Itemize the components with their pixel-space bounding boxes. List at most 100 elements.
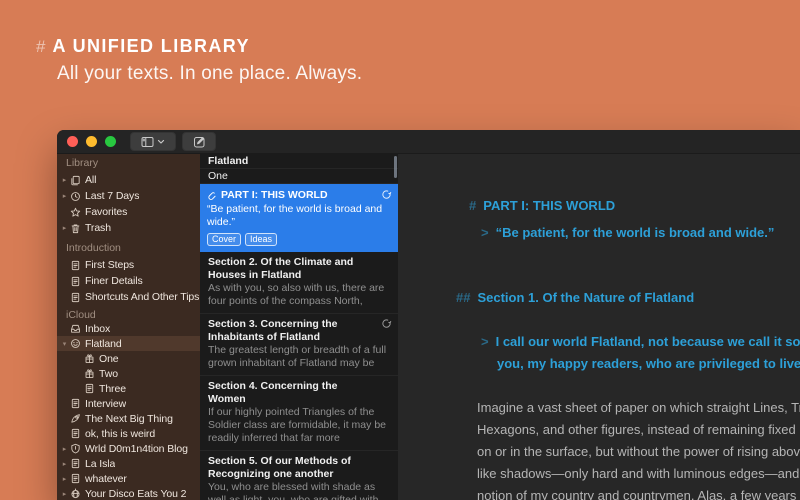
hero-hash-marker: # xyxy=(36,37,46,56)
sidebar-item-label: La Isla xyxy=(85,457,116,470)
disclosure-triangle-icon[interactable]: ▸ xyxy=(60,224,69,232)
sidebar-section-header: iCloud xyxy=(66,309,96,321)
sheet-breadcrumb[interactable]: One xyxy=(200,169,398,184)
rocket-icon xyxy=(71,414,80,423)
sheet-icon xyxy=(71,428,80,439)
sheet-row[interactable]: Section 3. Concerning the Inhabitants of… xyxy=(200,314,398,376)
sheet-icon xyxy=(71,292,80,302)
disclosure-triangle-icon[interactable]: ▸ xyxy=(60,490,69,498)
markdown-h1-marker: # xyxy=(469,198,477,213)
sidebar-section-header: Library xyxy=(66,157,99,169)
sidebar-item-last-7-days[interactable]: ▸ Last 7 Days xyxy=(57,188,200,204)
disclosure-triangle-open-icon[interactable]: ▾ xyxy=(60,340,69,348)
markdown-quote-marker: > xyxy=(481,225,489,240)
sidebar-item-label: Finer Details xyxy=(85,275,143,287)
shield-icon xyxy=(71,443,80,454)
sidebar-item-label: whatever xyxy=(85,472,127,485)
sidebar-item-three[interactable]: ▸ Three xyxy=(57,381,200,396)
tag-badge[interactable]: Ideas xyxy=(245,233,278,246)
sheet-icon xyxy=(71,398,80,409)
selected-sheet-card[interactable]: PART I: THIS WORLD “Be patient, for the … xyxy=(200,184,398,252)
sidebar-item-label: Last 7 Days xyxy=(85,190,140,202)
sidebar-item-interview[interactable]: ▸ Interview xyxy=(57,396,200,411)
sidebar-item-label: Interview xyxy=(85,397,127,410)
editor-blockquote-2-line1: > I call our world Flatland, not because … xyxy=(481,334,800,349)
sheet-row[interactable]: Section 4. Concerning the Women If our h… xyxy=(200,376,398,451)
editor-blockquote-1: > “Be patient, for the world is broad and… xyxy=(481,225,774,240)
sidebar-item-label: Favorites xyxy=(85,206,128,218)
sheet-icon xyxy=(71,458,80,469)
sheet-row[interactable]: Section 2. Of the Climate and Houses in … xyxy=(200,252,398,314)
sidebar-item-whatever[interactable]: ▸ whatever xyxy=(57,471,200,486)
editor-blockquote-2-line2: you, my happy readers, who are privilege… xyxy=(497,356,800,371)
disclosure-triangle-icon[interactable]: ▸ xyxy=(60,192,69,200)
hero-title-row: # A UNIFIED LIBRARY xyxy=(36,36,362,57)
icloud-section: ▸ Inbox ▾ Flatland ▸ One ▸ Two xyxy=(57,321,200,500)
star-icon xyxy=(70,207,81,217)
sheet-icon xyxy=(85,383,94,394)
sidebar-item-finer-details[interactable]: ▸ Finer Details xyxy=(57,273,200,289)
zoom-button[interactable] xyxy=(105,136,116,147)
sidebar-item-first-steps[interactable]: ▸ First Steps xyxy=(57,257,200,273)
sheet-title: Section 3. Concerning the Inhabitants of… xyxy=(208,318,338,343)
sheet-preview: If our highly pointed Triangles of the S… xyxy=(208,406,386,444)
scrollbar-thumb[interactable] xyxy=(394,156,397,178)
sidebar-item-shortcuts[interactable]: ▸ Shortcuts And Other Tips xyxy=(57,289,200,305)
sidebar-item-two[interactable]: ▸ Two xyxy=(57,366,200,381)
sidebar-item-label: ok, this is weird xyxy=(85,427,156,440)
view-options-button[interactable] xyxy=(130,132,176,151)
sidebar-item-label: Your Disco Eats You 2 xyxy=(85,487,187,500)
sidebar-item-label: Two xyxy=(99,367,118,380)
sheet-tags: Cover Ideas xyxy=(207,233,391,246)
disclosure-triangle-icon[interactable]: ▸ xyxy=(60,475,69,483)
editor-heading2-text: Section 1. Of the Nature of Flatland xyxy=(477,290,695,305)
editor-paragraph-line: Imagine a vast sheet of paper on which s… xyxy=(477,400,800,415)
window-toolbar xyxy=(57,130,800,154)
disclosure-triangle-icon[interactable]: ▸ xyxy=(60,445,69,453)
sidebar-item-one[interactable]: ▸ One xyxy=(57,351,200,366)
panes-icon xyxy=(141,136,154,147)
disclosure-triangle-icon[interactable]: ▸ xyxy=(60,460,69,468)
editor-paragraph-line: on or in the surface, but without the po… xyxy=(477,444,800,459)
sidebar-item-inbox[interactable]: ▸ Inbox xyxy=(57,321,200,336)
sidebar-item-label: Three xyxy=(99,382,126,395)
sidebar-item-next-big-thing[interactable]: ▸ The Next Big Thing xyxy=(57,411,200,426)
sheet-preview: The greatest length or breadth of a full… xyxy=(208,344,387,369)
sync-spinner-icon xyxy=(382,319,392,328)
sidebar-item-label: Shortcuts And Other Tips xyxy=(85,291,200,303)
editor-blockquote-2-text: I call our world Flatland, not because w… xyxy=(495,334,800,349)
sheet-preview: As with you, so also with us, there are … xyxy=(208,282,385,307)
disclosure-triangle-icon[interactable]: ▸ xyxy=(60,176,69,184)
sheet-icon xyxy=(71,473,80,484)
sidebar-item-trash[interactable]: ▸ Trash xyxy=(57,220,200,236)
sidebar-item-wrld-blog[interactable]: ▸ Wrld D0m1n4tion Blog xyxy=(57,441,200,456)
markdown-quote-marker: > xyxy=(481,334,489,349)
hero-title: A UNIFIED LIBRARY xyxy=(52,36,250,56)
editor-pane[interactable]: # PART I: THIS WORLD > “Be patient, for th… xyxy=(398,154,800,500)
group-breadcrumb[interactable]: Flatland xyxy=(200,154,398,169)
library-sidebar: Library ▸ All ▸ Last 7 Days ▸ Favorites … xyxy=(57,154,200,500)
sidebar-item-la-isla[interactable]: ▸ La Isla xyxy=(57,456,200,471)
selected-sheet-title-row: PART I: THIS WORLD xyxy=(207,189,391,202)
sidebar-item-label: Inbox xyxy=(85,322,111,335)
sidebar-item-flatland[interactable]: ▾ Flatland xyxy=(57,336,200,351)
new-sheet-button[interactable] xyxy=(182,132,216,151)
inbox-icon xyxy=(71,324,80,333)
close-button[interactable] xyxy=(67,136,78,147)
sidebar-item-your-disco[interactable]: ▸ Your Disco Eats You 2 xyxy=(57,486,200,500)
sidebar-item-ok-this-is-weird[interactable]: ▸ ok, this is weird xyxy=(57,426,200,441)
compose-icon xyxy=(194,136,205,147)
sidebar-item-favorites[interactable]: ▸ Favorites xyxy=(57,204,200,220)
sidebar-item-label: The Next Big Thing xyxy=(85,412,173,425)
minimize-button[interactable] xyxy=(86,136,97,147)
gift-icon xyxy=(85,369,94,378)
sync-spinner-icon xyxy=(382,190,392,199)
sheet-row[interactable]: Section 5. Of our Methods of Recognizing… xyxy=(200,451,398,500)
sidebar-item-label: Flatland xyxy=(85,337,122,350)
tag-badge[interactable]: Cover xyxy=(207,233,242,246)
sidebar-item-label: One xyxy=(99,352,119,365)
sidebar-item-all[interactable]: ▸ All xyxy=(57,172,200,188)
selected-sheet-title: PART I: THIS WORLD xyxy=(221,189,328,201)
sheet-title: Section 2. Of the Climate and Houses in … xyxy=(208,256,354,281)
sidebar-item-label: All xyxy=(85,174,97,186)
